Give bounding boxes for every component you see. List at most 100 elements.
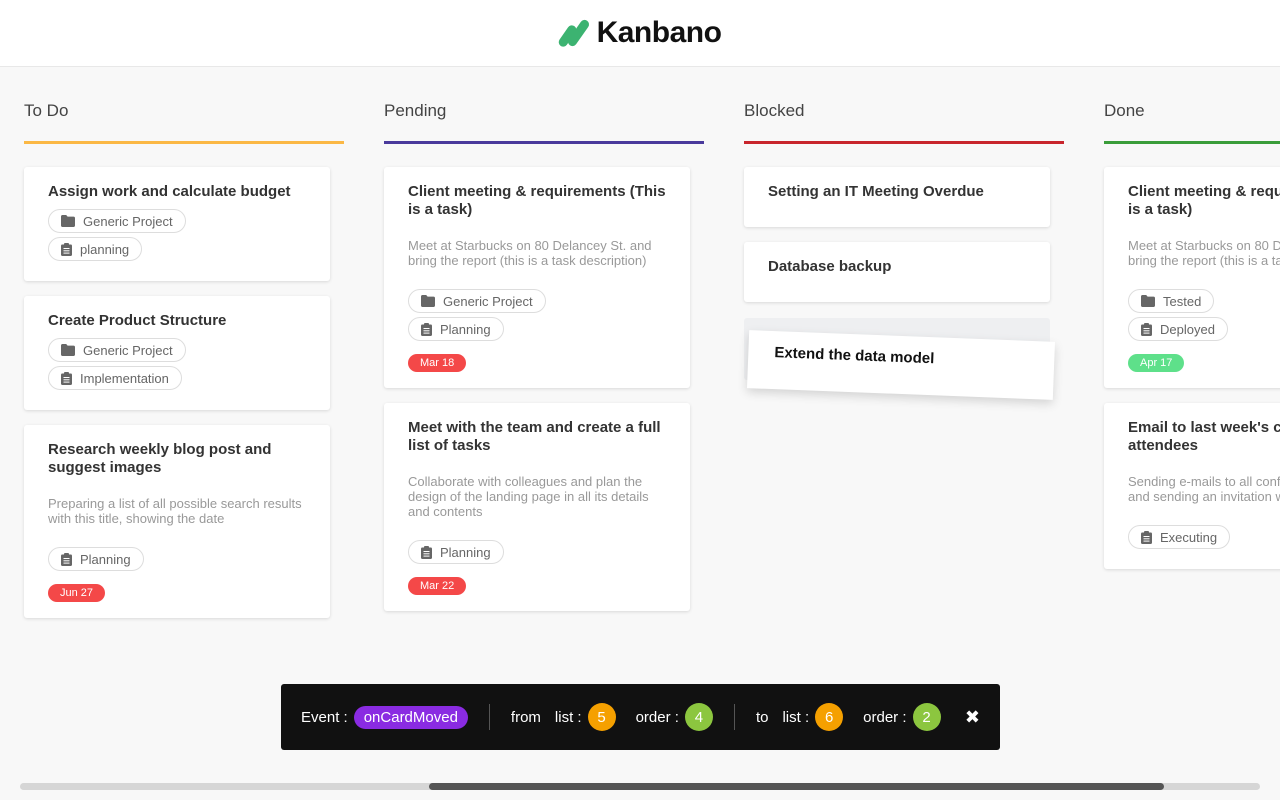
card-tags: Generic Project Implementation [48,338,306,394]
to-list-label: list : [782,708,810,726]
clipboard-icon [421,322,432,336]
folder-icon [61,344,75,356]
logo-icon [556,18,591,49]
tag-chip[interactable]: Implementation [48,366,182,390]
tag-label: Executing [1160,529,1218,545]
from-list-badge: 5 [587,703,616,731]
tag-chip[interactable]: Deployed [1128,317,1228,341]
tag-label: Planning [440,321,491,337]
card-description: Sending e-mails to all conference attend… [1128,474,1280,504]
to-label: to [755,708,769,726]
column-header[interactable]: Blocked [744,67,1064,144]
card-list: Assign work and calculate budget Generic … [24,144,330,618]
column-title: To Do [24,101,69,120]
card-description: Meet at Starbucks on 80 Delancey St. and… [1128,238,1280,268]
column-header[interactable]: Pending [384,67,704,144]
card-title: Email to last week's conference attendee… [1128,419,1280,454]
scrollbar-thumb[interactable] [429,783,1164,790]
task-card[interactable]: Database backup [744,242,1050,302]
tag-chip[interactable]: Generic Project [48,338,186,362]
card-description: Meet at Starbucks on 80 Delancey St. and… [408,238,652,268]
card-list: Client meeting & requirements (This is a… [1104,144,1280,569]
horizontal-scrollbar[interactable] [20,783,1260,790]
due-date-badge: Mar 18 [408,354,467,372]
task-card[interactable]: Client meeting & requirements (This is a… [384,167,690,388]
clipboard-icon [421,545,432,559]
task-card[interactable]: Email to last week's conference attendee… [1104,403,1280,569]
column-pending: Pending Client meeting & requirements (Th… [384,67,704,626]
task-card[interactable]: Create Product Structure Generic Project I… [24,296,330,410]
card-tags: Planning [408,540,666,568]
divider [733,704,735,730]
clipboard-icon [1141,530,1152,544]
card-tags: Generic Project Planning [408,289,666,345]
task-card[interactable]: Client meeting & requirements (This is a… [1104,167,1280,388]
tag-chip[interactable]: planning [48,237,143,261]
due-date-badge: Apr 17 [1128,354,1185,372]
tag-label: planning [80,241,130,257]
dragging-card-title: Extend the data model [774,344,935,368]
tag-label: Tested [1163,293,1202,309]
from-label: from [510,708,541,726]
to-order-badge: 2 [912,703,941,731]
event-label: Event : [301,708,348,726]
clipboard-icon [1141,322,1152,336]
task-card[interactable]: Research weekly blog post and suggest im… [24,425,330,618]
card-tags: Executing [1128,525,1280,553]
card-title: Database backup [768,258,892,275]
column-title: Done [1104,101,1145,120]
card-tags: Generic Project planning [48,209,306,265]
divider [488,704,490,730]
tag-label: Generic Project [83,342,173,358]
app-name: Kanbano [596,16,722,49]
folder-icon [421,295,435,307]
card-title: Setting an IT Meeting Overdue [768,183,984,200]
task-card[interactable]: Meet with the team and create a full lis… [384,403,690,611]
tag-label: Deployed [1160,321,1215,337]
task-card[interactable]: Setting an IT Meeting Overdue [744,167,1050,227]
tag-label: Implementation [80,370,169,386]
card-title: Meet with the team and create a full lis… [408,419,661,454]
app-logo[interactable]: Kanbano [556,16,722,50]
to-order-label: order : [863,708,907,726]
tag-chip[interactable]: Executing [1128,525,1231,549]
tag-chip[interactable]: Planning [48,547,144,571]
from-order-badge: 4 [684,703,713,731]
kanban-board: To Do Assign work and calculate budget Gen… [0,67,1280,767]
tag-chip[interactable]: Generic Project [48,209,186,233]
dragging-card[interactable]: Extend the data model [746,330,1056,400]
due-date-badge: Mar 22 [408,577,467,595]
card-description: Collaborate with colleagues and plan the… [408,474,649,519]
card-title: Create Product Structure [48,312,227,329]
top-bar: Kanbano [0,0,1280,67]
event-name-badge: onCardMoved [353,705,468,729]
card-list: Setting an IT Meeting Overdue Database ba… [744,144,1050,302]
column-title: Pending [384,101,447,120]
task-card[interactable]: Assign work and calculate budget Generic … [24,167,330,281]
tag-label: Generic Project [443,293,533,309]
from-order-label: order : [635,708,679,726]
column-done: Done Client meeting & requirements (This … [1104,67,1280,584]
tag-label: Planning [440,544,491,560]
tag-chip[interactable]: Tested [1128,289,1215,313]
card-title: Client meeting & requirements (This is a… [1128,183,1280,218]
tag-chip[interactable]: Planning [408,317,504,341]
to-list-badge: 6 [815,703,844,731]
card-title: Research weekly blog post and suggest im… [48,441,272,476]
close-icon[interactable]: ✖ [965,707,980,728]
column-header[interactable]: Done [1104,67,1280,144]
due-date-badge: Jun 27 [48,584,106,602]
clipboard-icon [61,242,72,256]
event-toast: Event : onCardMoved from list : 5 order … [281,684,1000,750]
card-title: Client meeting & requirements (This is a… [408,183,666,218]
from-list-label: list : [554,708,582,726]
column-blocked: Blocked Setting an IT Meeting Overdue Data… [744,67,1064,317]
card-tags: Tested Deployed [1128,289,1280,345]
clipboard-icon [61,371,72,385]
tag-chip[interactable]: Planning [408,540,504,564]
card-tags: Planning [48,547,306,575]
tag-chip[interactable]: Generic Project [408,289,546,313]
folder-icon [61,215,75,227]
column-header[interactable]: To Do [24,67,344,144]
column-to-do: To Do Assign work and calculate budget Gen… [24,67,344,633]
